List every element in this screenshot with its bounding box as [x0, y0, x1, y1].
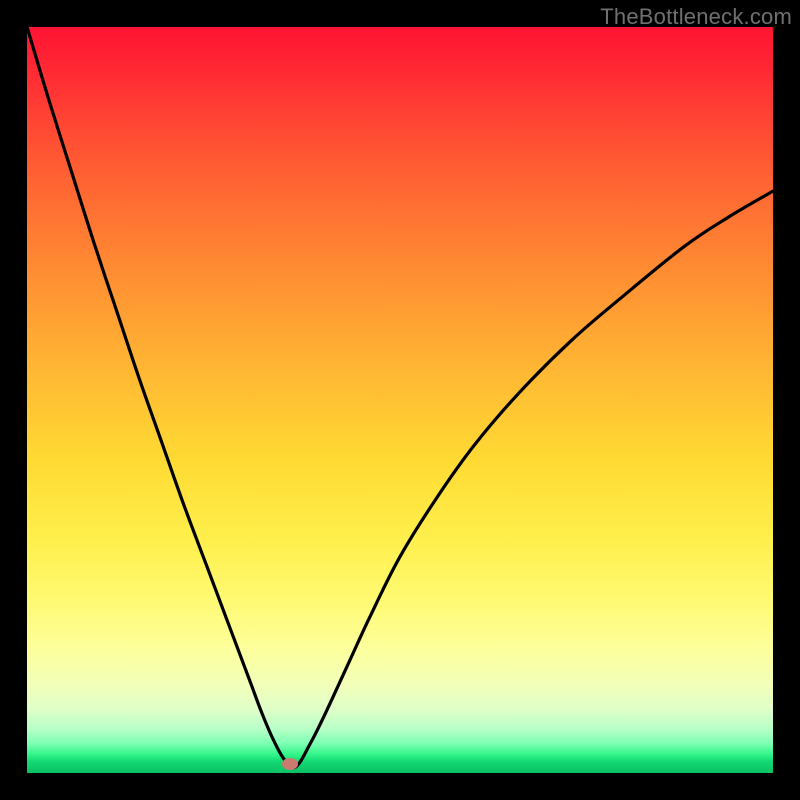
chart-frame: TheBottleneck.com	[0, 0, 800, 800]
watermark-text: TheBottleneck.com	[600, 4, 792, 30]
optimum-marker	[282, 758, 298, 770]
bottleneck-curve	[27, 27, 773, 773]
